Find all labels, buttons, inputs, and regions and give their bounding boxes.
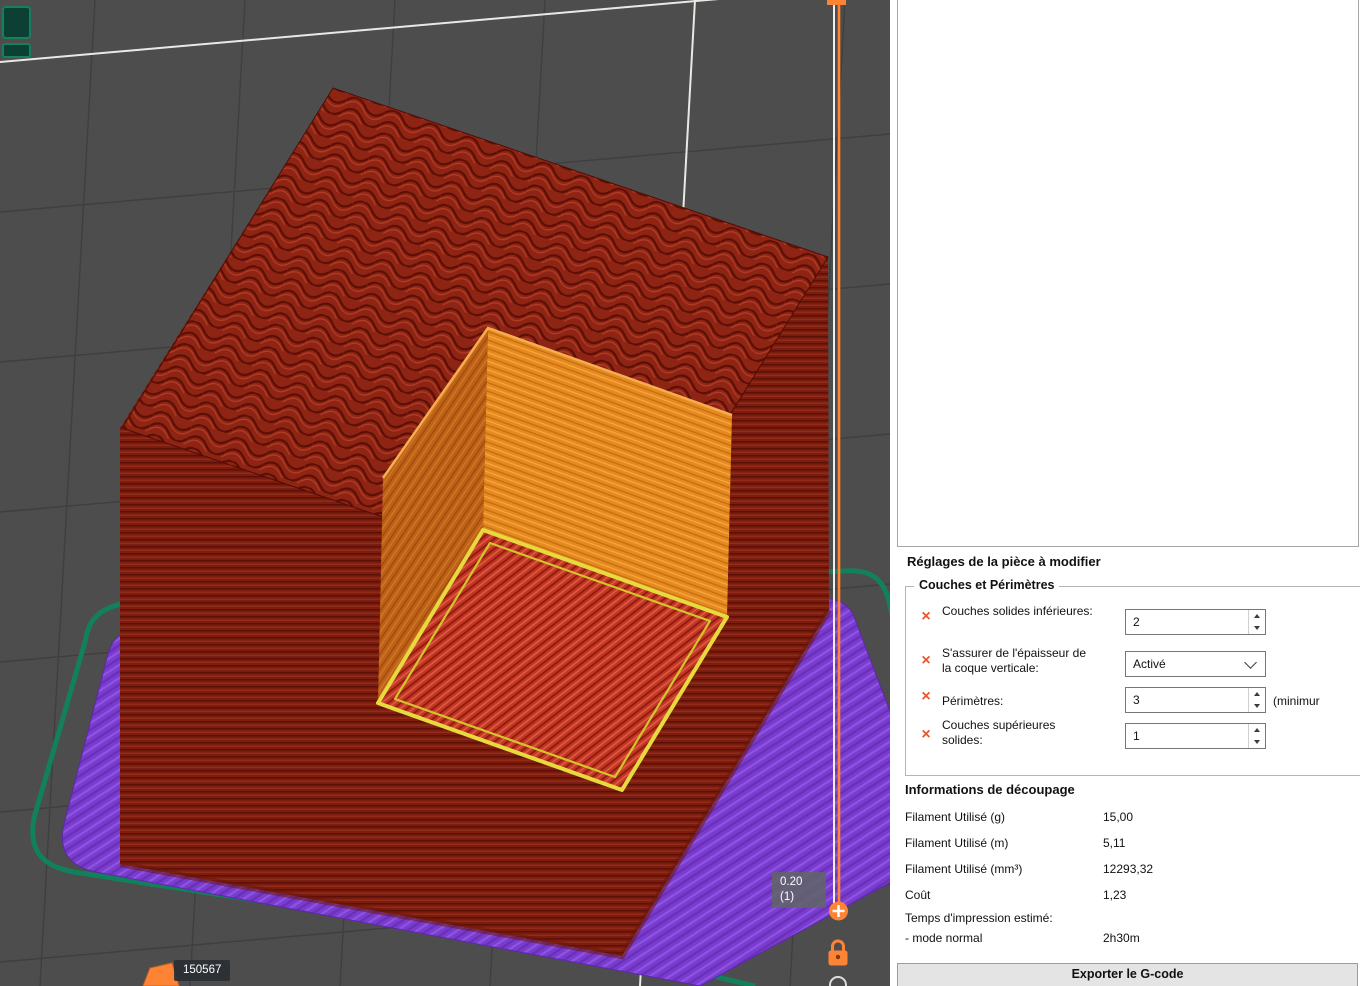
sliced-info-list: Filament Utilisé (g) 15,00 Filament Utili… (905, 804, 1153, 948)
slider-top-handle[interactable] (827, 0, 846, 5)
remove-override-icon[interactable]: × (918, 609, 934, 625)
spinner-value: 1 (1133, 729, 1140, 743)
remove-override-icon[interactable]: × (918, 727, 934, 743)
group-title: Couches et Périmètres (914, 578, 1060, 592)
info-row-filament-mm3: Filament Utilisé (mm³) 12293,32 (905, 862, 1154, 876)
spinner-down-icon[interactable] (1249, 700, 1265, 712)
perimeters-spinner[interactable]: 3 (1125, 687, 1266, 713)
settings-empty-area (897, 0, 1359, 547)
setting-label-top-solid-layers: Couches supérieures solides: (942, 718, 1056, 747)
spinner-value: 3 (1133, 693, 1140, 707)
info-row-filament-m: Filament Utilisé (m) 5,11 (905, 836, 1126, 850)
panel-title: Réglages de la pièce à modifier (907, 554, 1101, 569)
info-row-cost: Coût 1,23 (905, 888, 1127, 902)
spinner-down-icon[interactable] (1249, 622, 1265, 634)
spinner-value: 2 (1133, 615, 1140, 629)
scene-canvas[interactable] (0, 0, 890, 986)
info-row-filament-g: Filament Utilisé (g) 15,00 (905, 810, 1134, 824)
right-panel: Réglages de la pièce à modifier Couches … (890, 0, 1360, 986)
setting-label-perimeters: Périmètres: (942, 694, 1004, 708)
spinner-up-icon[interactable] (1249, 688, 1265, 700)
spinner-up-icon[interactable] (1249, 610, 1265, 622)
remove-override-icon[interactable]: × (918, 689, 934, 705)
slicer-window: 0.20 (1) 150567 Réglages de la pièce à m… (0, 0, 1360, 986)
remove-override-icon[interactable]: × (918, 653, 934, 669)
info-row-normal-mode: - mode normal 2h30m (905, 931, 1140, 945)
ensure-vertical-shell-select[interactable]: Activé (1125, 651, 1266, 677)
slider-add-layer-button[interactable] (829, 901, 848, 921)
layers-perimeters-group: Couches et Périmètres × Couches solides … (905, 578, 1360, 776)
perimeters-suffix-label: (minimur (1273, 694, 1320, 708)
sliced-info-title: Informations de découpage (905, 782, 1075, 797)
layer-height-badge: 0.20 (1) (772, 872, 826, 908)
export-gcode-button[interactable]: Exporter le G-code (897, 963, 1358, 986)
feature-id-badge: 150567 (174, 960, 231, 981)
top-solid-layers-spinner[interactable]: 1 (1125, 723, 1266, 749)
spinner-up-icon[interactable] (1249, 724, 1265, 736)
setting-label-ensure-vertical-shell: S'assurer de l'épaisseur de la coque ver… (942, 646, 1086, 675)
spinner-down-icon[interactable] (1249, 736, 1265, 748)
viewport-3d[interactable]: 0.20 (1) 150567 (0, 0, 890, 986)
setting-label-bottom-solid-layers: Couches solides inférieures: (942, 604, 1093, 618)
layer-index-value: (1) (780, 891, 795, 903)
bed-corner-marker (2, 6, 31, 58)
chevron-down-icon (1244, 655, 1257, 669)
select-value: Activé (1133, 657, 1166, 671)
layer-height-value: 0.20 (780, 876, 803, 888)
info-row-print-time-header: Temps d'impression estimé: (905, 911, 1053, 925)
bottom-solid-layers-spinner[interactable]: 2 (1125, 609, 1266, 635)
